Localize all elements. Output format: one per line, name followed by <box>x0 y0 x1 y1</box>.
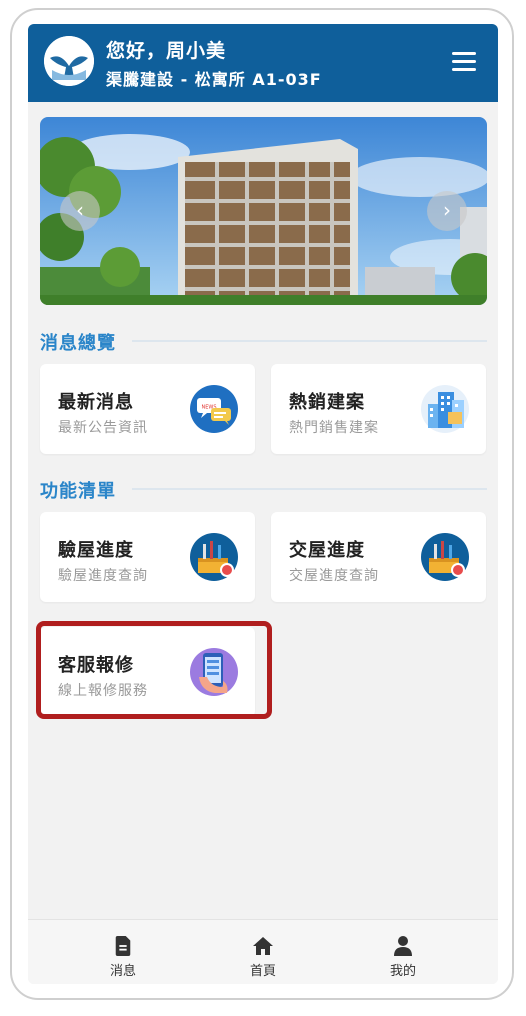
banner-next-arrow[interactable]: › <box>427 191 467 231</box>
card-title: 最新消息 <box>58 392 134 413</box>
card-subtitle: 交屋進度查詢 <box>289 568 379 584</box>
phone-in-hand-icon <box>190 648 238 696</box>
section-divider <box>132 340 487 342</box>
bottom-navigation: 消息 首頁 我的 <box>28 919 498 984</box>
chevron-right-icon: › <box>443 198 451 222</box>
card-subtitle: 驗屋進度查詢 <box>58 568 148 584</box>
card-title: 客服報修 <box>58 655 134 676</box>
chevron-left-icon: ‹ <box>76 198 84 222</box>
section-divider <box>132 488 487 490</box>
app-screen: 您好，周小美 渠騰建設 - 松寓所 A1-03F ‹ › 消息總覽 最新消息 最… <box>28 24 498 984</box>
toolbox-icon <box>421 533 469 581</box>
project-unit-text: 渠騰建設 - 松寓所 A1-03F <box>106 70 322 89</box>
section-title-news: 消息總覽 <box>40 333 116 354</box>
home-icon <box>253 937 273 955</box>
whale-tail-logo-icon <box>44 36 94 86</box>
news-chat-icon: NEWS <box>190 385 238 433</box>
card-hot-projects[interactable]: 熱銷建案 熱門銷售建案 <box>271 364 486 454</box>
document-icon <box>115 936 131 956</box>
buildings-icon <box>421 385 469 433</box>
card-customer-repair[interactable]: 客服報修 線上報修服務 <box>36 621 272 719</box>
card-title: 熱銷建案 <box>289 392 365 413</box>
card-handover-progress[interactable]: 交屋進度 交屋進度查詢 <box>271 512 486 602</box>
greeting-text: 您好，周小美 <box>106 40 227 62</box>
card-inspection-progress[interactable]: 驗屋進度 驗屋進度查詢 <box>40 512 255 602</box>
card-subtitle: 熱門銷售建案 <box>289 420 379 436</box>
building-banner-carousel[interactable]: ‹ › <box>40 117 487 305</box>
nav-label: 首頁 <box>249 964 276 979</box>
app-header: 您好，周小美 渠騰建設 - 松寓所 A1-03F <box>28 24 498 102</box>
toolbox-icon <box>190 533 238 581</box>
nav-item-home[interactable]: 首頁 <box>203 920 323 984</box>
banner-prev-arrow[interactable]: ‹ <box>60 191 100 231</box>
card-title: 交屋進度 <box>289 540 365 561</box>
nav-label: 消息 <box>109 964 136 979</box>
building-banner-image <box>40 117 487 305</box>
user-icon <box>394 936 412 956</box>
hamburger-menu-icon[interactable] <box>452 52 476 71</box>
card-subtitle: 線上報修服務 <box>58 683 148 699</box>
nav-label: 我的 <box>389 964 416 979</box>
card-title: 驗屋進度 <box>58 540 134 561</box>
nav-item-mine[interactable]: 我的 <box>343 920 463 984</box>
card-latest-news[interactable]: 最新消息 最新公告資訊 NEWS <box>40 364 255 454</box>
card-subtitle: 最新公告資訊 <box>58 420 148 436</box>
section-title-functions: 功能清單 <box>40 481 116 502</box>
nav-item-messages[interactable]: 消息 <box>63 920 183 984</box>
